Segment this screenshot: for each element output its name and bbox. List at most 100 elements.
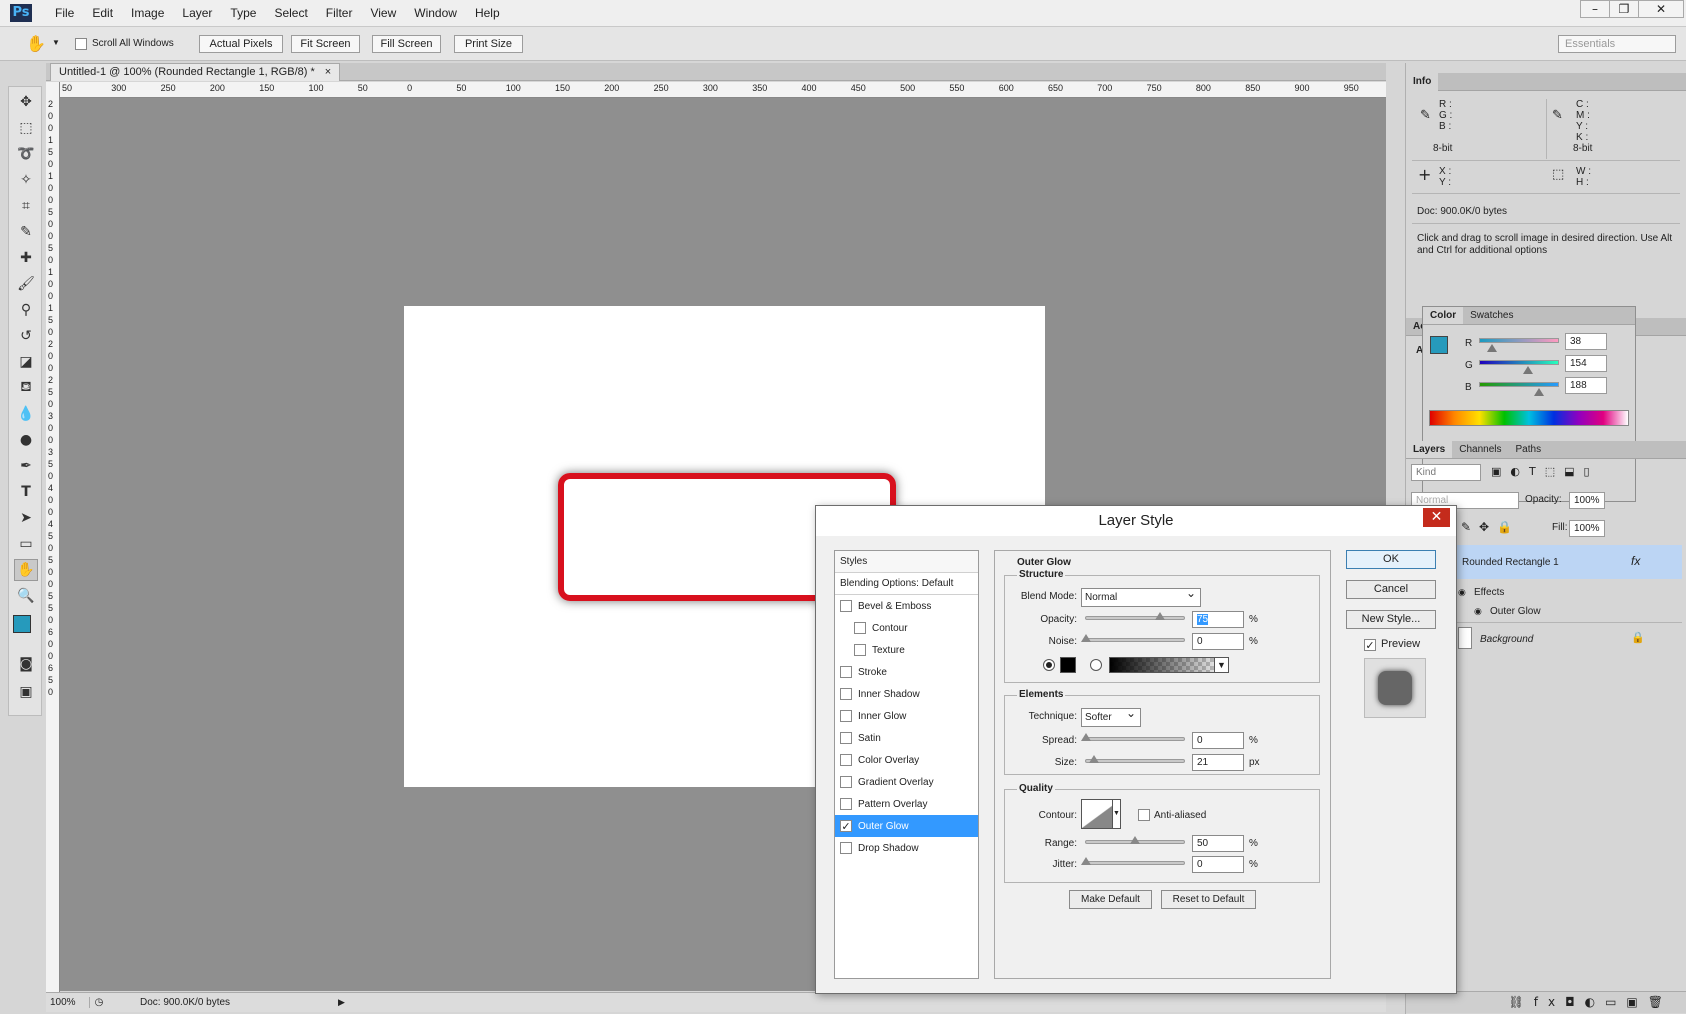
crop-tool-icon[interactable]: ⌗ <box>14 195 38 217</box>
hand-tool-icon[interactable]: ✋ <box>14 559 38 581</box>
layers-panel-footer-icons[interactable]: ⛓fx◘◐▭▣🗑 <box>1406 991 1686 1013</box>
effects-eye-icon[interactable]: ◉ <box>1458 587 1466 598</box>
print-size-button[interactable]: Print Size <box>454 35 523 53</box>
style-item-checkbox[interactable] <box>840 798 852 810</box>
menu-layer[interactable]: Layer <box>173 0 221 27</box>
color-channel-value[interactable]: 188 <box>1565 377 1607 394</box>
minimize-button[interactable]: – <box>1580 0 1610 18</box>
style-item-pattern-overlay[interactable]: Pattern Overlay <box>835 793 978 815</box>
restore-button[interactable]: ❐ <box>1609 0 1639 18</box>
style-item-checkbox[interactable] <box>854 622 866 634</box>
tab-info[interactable]: Info <box>1406 73 1439 91</box>
style-item-checkbox[interactable] <box>840 776 852 788</box>
healing-brush-tool-icon[interactable]: ✚ <box>14 247 38 269</box>
style-item-checkbox[interactable] <box>840 710 852 722</box>
outer-glow-eye-icon[interactable]: ◉ <box>1474 606 1482 617</box>
size-input[interactable]: 21 <box>1192 754 1244 771</box>
workspace-select[interactable]: Essentials <box>1558 35 1676 53</box>
blend-mode-select[interactable]: Normal <box>1081 585 1201 607</box>
preview-checkbox[interactable] <box>1364 639 1376 651</box>
style-item-checkbox[interactable] <box>840 600 852 612</box>
glow-color-radio[interactable] <box>1043 659 1055 671</box>
quick-mask-icon[interactable]: ◙ <box>14 653 38 675</box>
color-channel-slider[interactable] <box>1479 360 1559 374</box>
layer-row-background[interactable]: Background 🔒 <box>1456 624 1682 654</box>
menu-select[interactable]: Select <box>265 0 316 27</box>
menu-window[interactable]: Window <box>405 0 466 27</box>
style-item-checkbox[interactable] <box>840 820 852 832</box>
style-item-checkbox[interactable] <box>854 644 866 656</box>
style-item-inner-shadow[interactable]: Inner Shadow <box>835 683 978 705</box>
opacity-input[interactable]: 75 <box>1192 611 1244 628</box>
noise-slider[interactable] <box>1081 634 1185 642</box>
shape-tool-icon[interactable]: ▭ <box>14 533 38 555</box>
style-item-checkbox[interactable] <box>840 666 852 678</box>
new-style-button[interactable]: New Style... <box>1346 610 1436 629</box>
glow-gradient-radio[interactable] <box>1090 659 1102 671</box>
style-item-outer-glow[interactable]: Outer Glow <box>835 815 978 837</box>
opacity-slider-thumb[interactable] <box>1154 612 1165 620</box>
layer-fx-icon[interactable]: fx <box>1631 554 1640 568</box>
menu-filter[interactable]: Filter <box>317 0 362 27</box>
layer-fill-input[interactable]: 100% <box>1569 520 1605 537</box>
layer-lock-icons[interactable]: ✎✥🔒 <box>1461 520 1520 534</box>
menu-edit[interactable]: Edit <box>83 0 122 27</box>
foreground-color-swatch[interactable] <box>13 615 31 633</box>
noise-slider-thumb[interactable] <box>1081 634 1091 642</box>
contour-picker[interactable]: ▼ <box>1081 799 1121 829</box>
gradient-chevron-down-icon[interactable]: ▼ <box>1214 658 1228 672</box>
color-fg-swatch[interactable] <box>1430 336 1448 354</box>
color-channel-value[interactable]: 38 <box>1565 333 1607 350</box>
status-info-icon[interactable]: ◷ <box>90 997 108 1008</box>
close-window-button[interactable]: ✕ <box>1638 0 1684 18</box>
style-item-stroke[interactable]: Stroke <box>835 661 978 683</box>
style-item-color-overlay[interactable]: Color Overlay <box>835 749 978 771</box>
reset-to-default-button[interactable]: Reset to Default <box>1161 890 1256 909</box>
glow-color-swatch[interactable] <box>1060 657 1076 673</box>
menu-help[interactable]: Help <box>466 0 509 27</box>
dialog-close-button[interactable]: ✕ <box>1423 508 1450 527</box>
tab-layers[interactable]: Layers <box>1406 441 1453 458</box>
size-slider-thumb[interactable] <box>1089 755 1100 763</box>
dodge-tool-icon[interactable]: ● <box>14 429 38 451</box>
ok-button[interactable]: OK <box>1346 550 1436 569</box>
opacity-slider[interactable] <box>1085 612 1185 620</box>
jitter-slider[interactable] <box>1081 857 1185 865</box>
menu-view[interactable]: View <box>361 0 405 27</box>
jitter-slider-thumb[interactable] <box>1081 857 1091 865</box>
fill-screen-button[interactable]: Fill Screen <box>372 35 441 53</box>
paint-bucket-tool-icon[interactable]: ⛾ <box>14 377 38 399</box>
quick-selection-tool-icon[interactable]: ✧ <box>14 169 38 191</box>
anti-aliased-checkbox[interactable] <box>1138 809 1150 821</box>
style-item-contour[interactable]: Contour <box>835 617 978 639</box>
style-item-checkbox[interactable] <box>840 842 852 854</box>
move-tool-icon[interactable]: ✥ <box>14 91 38 113</box>
cancel-button[interactable]: Cancel <box>1346 580 1436 599</box>
tab-paths[interactable]: Paths <box>1509 441 1549 458</box>
spread-slider-thumb[interactable] <box>1081 733 1091 741</box>
tab-channels[interactable]: Channels <box>1452 441 1508 458</box>
eyedropper-tool-icon[interactable]: ✎ <box>14 221 38 243</box>
menu-file[interactable]: File <box>46 0 83 27</box>
zoom-level[interactable]: 100% <box>46 997 90 1008</box>
range-slider-thumb[interactable] <box>1130 836 1140 844</box>
jitter-input[interactable]: 0 <box>1192 856 1244 873</box>
layer-filter-kind[interactable]: Kind <box>1411 464 1481 481</box>
screen-mode-icon[interactable]: ▣ <box>14 681 38 703</box>
fit-screen-button[interactable]: Fit Screen <box>291 35 360 53</box>
style-item-satin[interactable]: Satin <box>835 727 978 749</box>
range-input[interactable]: 50 <box>1192 835 1244 852</box>
color-channel-slider[interactable] <box>1479 382 1559 396</box>
blending-options-item[interactable]: Blending Options: Default <box>835 573 978 595</box>
style-item-gradient-overlay[interactable]: Gradient Overlay <box>835 771 978 793</box>
history-brush-tool-icon[interactable]: ↺ <box>14 325 38 347</box>
style-item-inner-glow[interactable]: Inner Glow <box>835 705 978 727</box>
brush-tool-icon[interactable]: 🖌 <box>14 273 38 295</box>
style-item-checkbox[interactable] <box>840 754 852 766</box>
tab-color[interactable]: Color <box>1423 307 1464 324</box>
hand-tool-preset-icon[interactable]: ✋ <box>26 34 46 53</box>
pen-tool-icon[interactable]: ✒ <box>14 455 38 477</box>
clone-stamp-tool-icon[interactable]: ⚲ <box>14 299 38 321</box>
layer-opacity-input[interactable]: 100% <box>1569 492 1605 509</box>
document-tab-close-icon[interactable]: × <box>325 64 331 81</box>
